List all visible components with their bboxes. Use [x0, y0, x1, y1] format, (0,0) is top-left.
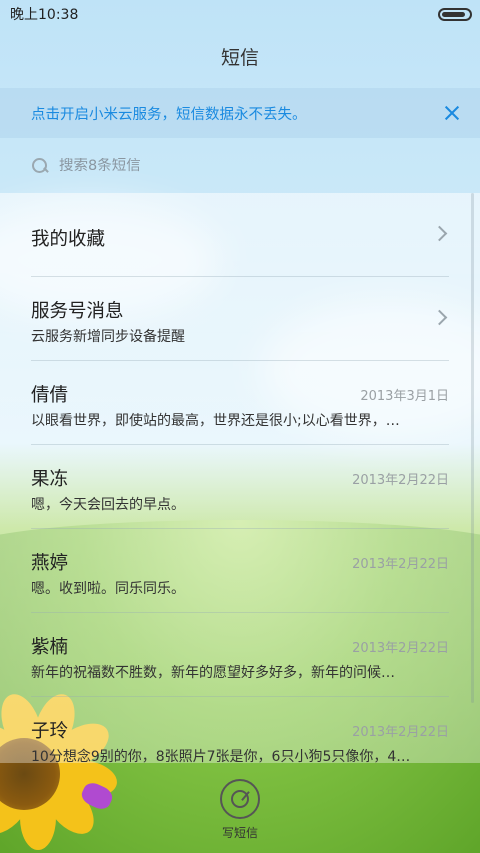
- message-date: 2013年2月22日: [352, 725, 449, 740]
- chevron-right-icon: [431, 309, 448, 326]
- compose-label[interactable]: 写短信: [0, 824, 480, 841]
- contact-name: 子玲: [31, 721, 69, 742]
- message-preview: 嗯，今天会回去的早点。: [31, 497, 185, 513]
- search-input[interactable]: [59, 158, 439, 174]
- chevron-right-icon: [431, 225, 448, 242]
- conversation-row[interactable]: 子玲 2013年2月22日 10分想念9别的你，8张照片7张是你，6只小狗5只像…: [31, 697, 449, 763]
- scrollbar[interactable]: [471, 193, 474, 703]
- compose-icon[interactable]: [220, 779, 260, 819]
- message-preview: 10分想念9别的你，8张照片7张是你，6只小狗5只像你，4…: [31, 749, 411, 763]
- conversation-row[interactable]: 紫楠 2013年2月22日 新年的祝福数不胜数，新年的愿望好多好多，新年的问候…: [31, 613, 449, 697]
- favorites-title: 我的收藏: [31, 229, 106, 250]
- cloud-service-banner[interactable]: 点击开启小米云服务，短信数据永不丢失。: [0, 88, 480, 138]
- message-preview: 嗯。收到啦。同乐同乐。: [31, 581, 185, 597]
- conversation-row[interactable]: 果冻 2013年2月22日 嗯，今天会回去的早点。: [31, 445, 449, 529]
- banner-text[interactable]: 点击开启小米云服务，短信数据永不丢失。: [31, 103, 307, 124]
- message-date: 2013年2月22日: [352, 557, 449, 572]
- message-list: 我的收藏 服务号消息 云服务新增同步设备提醒 倩倩 2013年3月1日 以眼看世…: [0, 193, 480, 763]
- search-icon: [31, 157, 49, 175]
- message-date: 2013年3月1日: [360, 389, 449, 404]
- message-date: 2013年2月22日: [352, 641, 449, 656]
- message-date: 2013年2月22日: [352, 473, 449, 488]
- list-item-favorites[interactable]: 我的收藏: [31, 193, 449, 277]
- status-bar: 晚上10:38: [0, 0, 480, 28]
- page-title: 短信: [220, 47, 259, 69]
- conversation-row[interactable]: 燕婷 2013年2月22日 嗯。收到啦。同乐同乐。: [31, 529, 449, 613]
- contact-name: 燕婷: [31, 553, 69, 574]
- message-preview: 新年的祝福数不胜数，新年的愿望好多好多，新年的问候…: [31, 665, 395, 681]
- battery-icon: [438, 8, 472, 21]
- list-item-service[interactable]: 服务号消息 云服务新增同步设备提醒: [31, 277, 449, 361]
- contact-name: 果冻: [31, 469, 69, 490]
- contact-name: 紫楠: [31, 637, 69, 658]
- contact-name: 倩倩: [31, 385, 69, 406]
- service-preview: 云服务新增同步设备提醒: [31, 329, 185, 345]
- message-preview: 以眼看世界，即使站的最高，世界还是很小;以心看世界，…: [31, 413, 400, 429]
- status-time: 晚上10:38: [10, 7, 79, 23]
- compose-area: 写短信: [0, 770, 480, 850]
- search-bar[interactable]: [0, 142, 480, 190]
- service-title: 服务号消息: [31, 301, 124, 322]
- close-icon[interactable]: [440, 101, 464, 125]
- conversation-row[interactable]: 倩倩 2013年3月1日 以眼看世界，即使站的最高，世界还是很小;以心看世界，…: [31, 361, 449, 445]
